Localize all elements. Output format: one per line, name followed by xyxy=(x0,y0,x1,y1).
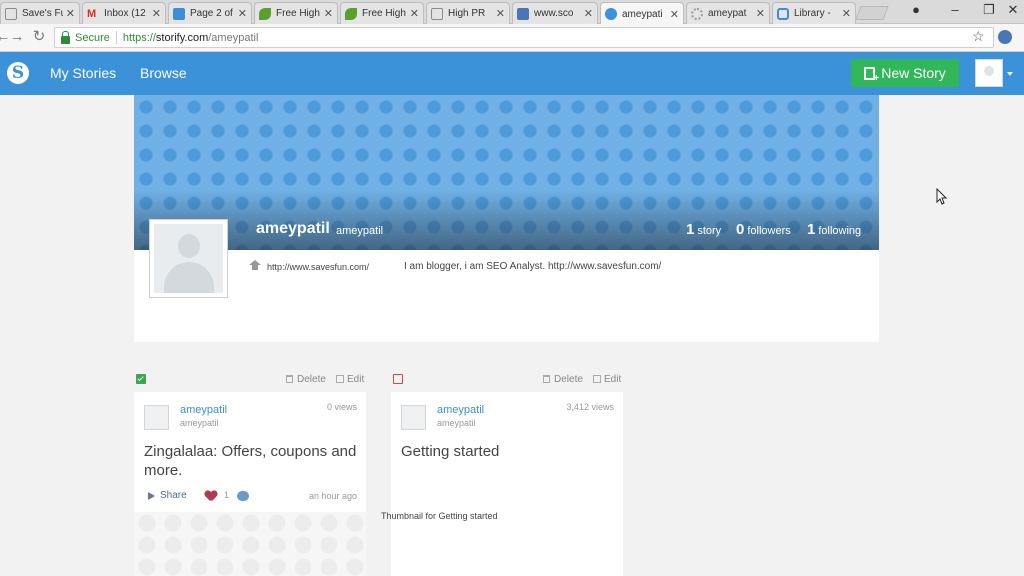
forward-icon[interactable]: → xyxy=(8,29,26,45)
story-card[interactable]: ameypatil ameypatil 3,412 views Getting … xyxy=(381,392,623,576)
browser-tab[interactable]: ameypat ✕ xyxy=(686,2,770,24)
divider xyxy=(115,31,117,44)
story-title[interactable]: Zingalalaa: Offers, coupons and more. xyxy=(144,442,358,480)
story-edit-button[interactable]: Edit xyxy=(593,374,621,385)
profile-display-name[interactable]: ameypatil xyxy=(256,220,330,238)
profile-avatar xyxy=(149,219,228,298)
story-edit-button[interactable]: Edit xyxy=(336,374,364,385)
restore-icon[interactable]: ❐ xyxy=(978,2,1000,18)
browser-tab-active[interactable]: ameypati ✕ xyxy=(600,2,684,25)
story-author[interactable]: ameypatil xyxy=(437,404,484,416)
library-icon xyxy=(777,7,789,20)
new-story-button[interactable]: New Story xyxy=(851,59,959,87)
close-icon[interactable]: ✕ xyxy=(410,7,419,20)
stat-following[interactable]: 1 following xyxy=(807,221,861,238)
author-avatar[interactable] xyxy=(144,405,169,430)
edit-icon xyxy=(593,375,601,383)
chevron-down-icon[interactable] xyxy=(1007,72,1013,76)
close-icon[interactable]: ✕ xyxy=(152,7,161,20)
share-button[interactable]: Share xyxy=(148,490,187,501)
story-author-handle: ameypatil xyxy=(180,418,219,428)
like-count: 1 xyxy=(224,490,230,500)
leaf-icon xyxy=(259,7,271,20)
story-thumbnail-alt-text[interactable]: Thumbnail for Getting started xyxy=(381,511,498,521)
published-check-icon xyxy=(136,374,146,384)
close-icon[interactable]: ✕ xyxy=(842,7,851,20)
avatar-placeholder-icon xyxy=(154,224,223,293)
story-delete-button[interactable]: Delete xyxy=(286,374,326,385)
close-icon[interactable]: ✕ xyxy=(324,7,333,20)
stat-followers[interactable]: 0 followers xyxy=(736,221,791,238)
chart-icon xyxy=(517,7,529,20)
browser-tab[interactable]: www.sco ✕ xyxy=(512,2,598,24)
browser-tab-strip: Save's Fu ✕ M Inbox (12 ✕ Page 2 of ✕ Free H… xyxy=(0,0,1024,25)
draft-edit-icon xyxy=(393,374,403,384)
user-profile-icon[interactable]: ● xyxy=(905,2,927,17)
new-story-label: New Story xyxy=(881,65,946,81)
bookmark-star-icon[interactable]: ☆ xyxy=(972,28,985,45)
new-tab-button[interactable] xyxy=(855,6,889,20)
url-scheme: https:// xyxy=(122,31,156,44)
close-icon[interactable]: ✕ xyxy=(496,7,505,20)
browser-tab[interactable]: Library - ✕ xyxy=(772,2,856,24)
document-icon xyxy=(431,7,443,20)
story-delete-button[interactable]: Delete xyxy=(543,374,583,385)
story-views: 3,412 views xyxy=(566,402,614,412)
trash-icon xyxy=(543,375,550,383)
home-icon xyxy=(249,260,261,273)
close-icon[interactable]: ✕ xyxy=(756,7,765,20)
browser-tab[interactable]: Free High ✕ xyxy=(340,2,424,24)
heart-icon[interactable] xyxy=(205,491,217,502)
page-icon xyxy=(173,7,185,20)
address-bar[interactable]: Secure https:// storify.com /ameypatil xyxy=(54,27,994,48)
secure-label: Secure xyxy=(75,31,110,44)
profile-website-link[interactable]: http://www.savesfun.com/ xyxy=(267,262,369,272)
browser-toolbar: ← → ↻ Secure https:// storify.com /ameyp… xyxy=(0,24,1024,52)
browser-tab[interactable]: M Inbox (12 ✕ xyxy=(82,2,166,24)
loading-icon xyxy=(691,7,703,20)
nav-my-stories[interactable]: My Stories xyxy=(50,65,116,81)
nav-browse[interactable]: Browse xyxy=(140,65,187,81)
story-card[interactable]: ameypatil ameypatil 0 views Zingalalaa: … xyxy=(134,392,366,576)
new-document-icon xyxy=(864,66,879,84)
leaf-icon xyxy=(345,7,357,20)
extension-icon[interactable] xyxy=(998,30,1012,44)
app-header: S My Stories Browse New Story xyxy=(0,52,1024,95)
profile-bio: I am blogger, i am SEO Analyst. http://w… xyxy=(404,261,662,272)
close-window-icon[interactable]: ✕ xyxy=(1002,2,1024,18)
story-title[interactable]: Getting started xyxy=(401,442,615,461)
story-timestamp: an hour ago xyxy=(308,491,357,501)
story-views: 0 views xyxy=(326,402,357,412)
storify-icon xyxy=(605,8,617,20)
share-icon xyxy=(148,491,155,500)
gmail-icon: M xyxy=(87,7,97,20)
browser-tab[interactable]: High PR ✕ xyxy=(426,2,510,24)
profile-username: ameypatil xyxy=(336,225,384,237)
stat-stories[interactable]: 1 story xyxy=(686,221,721,238)
minimize-icon[interactable]: – xyxy=(944,2,966,17)
close-icon[interactable]: ✕ xyxy=(670,8,679,21)
comment-icon[interactable] xyxy=(237,491,249,501)
story-thumbnail[interactable] xyxy=(134,512,366,576)
url-host: storify.com xyxy=(155,31,209,44)
close-icon[interactable]: ✕ xyxy=(238,7,247,20)
close-icon[interactable]: ✕ xyxy=(584,7,593,20)
story-author-handle: ameypatil xyxy=(437,418,476,428)
lock-icon xyxy=(61,30,70,44)
user-avatar[interactable] xyxy=(975,59,1003,87)
trash-icon xyxy=(286,375,293,383)
story-author[interactable]: ameypatil xyxy=(180,404,227,416)
browser-tab[interactable]: Page 2 of ✕ xyxy=(168,2,252,24)
close-icon[interactable]: ✕ xyxy=(66,7,75,20)
document-icon xyxy=(5,7,17,20)
edit-icon xyxy=(336,375,344,383)
browser-tab[interactable]: Free High ✕ xyxy=(254,2,338,24)
author-avatar[interactable] xyxy=(401,405,426,430)
storify-logo-icon[interactable]: S xyxy=(7,62,29,84)
cover-gradient xyxy=(134,190,879,250)
browser-tab[interactable]: Save's Fu ✕ xyxy=(0,2,80,24)
reload-icon[interactable]: ↻ xyxy=(30,29,48,45)
url-path: /ameypatil xyxy=(208,31,259,44)
